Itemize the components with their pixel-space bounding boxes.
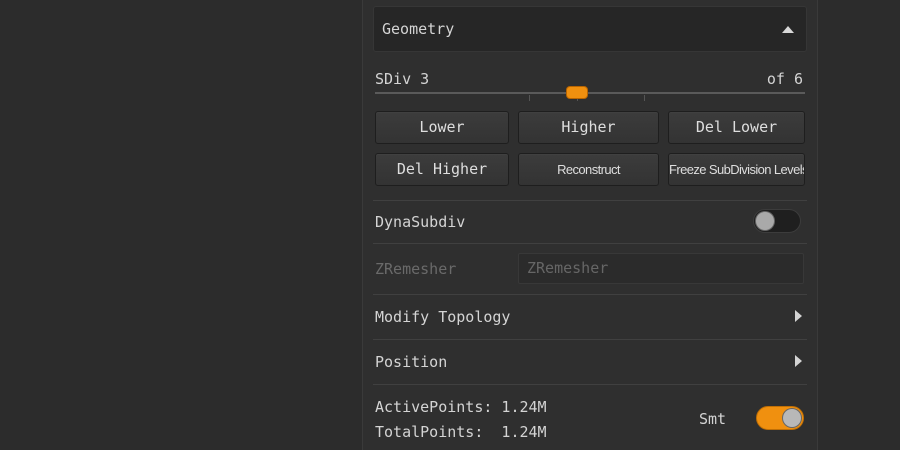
toggle-knob (756, 212, 774, 230)
zremesher-label: ZRemesher (375, 260, 457, 278)
freeze-subdivision-levels-button[interactable]: Freeze SubDivision Levels (668, 153, 805, 186)
del-lower-button[interactable]: Del Lower (668, 111, 805, 144)
smt-label: Smt (699, 410, 727, 428)
lower-button[interactable]: Lower (375, 111, 509, 144)
slider-tick (529, 95, 530, 101)
total-points-stat: TotalPoints: 1.24M (375, 423, 547, 441)
toggle-knob (783, 409, 801, 427)
geometry-panel: Geometry SDiv 3 of 6 Lower Higher Del Lo… (362, 0, 818, 450)
dynasubdiv-label: DynaSubdiv (375, 213, 466, 231)
divider (373, 200, 807, 201)
modify-topology-label[interactable]: Modify Topology (375, 308, 510, 326)
sdiv-max-label: of 6 (766, 70, 803, 88)
sdiv-slider-track[interactable] (375, 92, 805, 94)
geometry-title: Geometry (382, 20, 455, 38)
sdiv-label: SDiv 3 (375, 70, 430, 88)
triangle-up-icon[interactable] (782, 26, 794, 33)
dynasubdiv-toggle[interactable] (753, 209, 801, 233)
divider (373, 339, 807, 340)
reconstruct-button[interactable]: Reconstruct (518, 153, 659, 186)
divider (373, 243, 807, 244)
zremesher-button[interactable]: ZRemesher (518, 253, 804, 284)
triangle-right-icon[interactable] (795, 355, 802, 367)
sdiv-slider-thumb[interactable] (567, 87, 587, 98)
slider-tick (644, 95, 645, 101)
divider (373, 294, 807, 295)
smt-toggle[interactable] (756, 406, 804, 430)
del-higher-button[interactable]: Del Higher (375, 153, 509, 186)
higher-button[interactable]: Higher (518, 111, 659, 144)
active-points-stat: ActivePoints: 1.24M (375, 398, 547, 416)
position-label[interactable]: Position (375, 353, 447, 371)
divider (373, 384, 807, 385)
triangle-right-icon[interactable] (795, 310, 802, 322)
geometry-section-header[interactable]: Geometry (373, 6, 807, 52)
